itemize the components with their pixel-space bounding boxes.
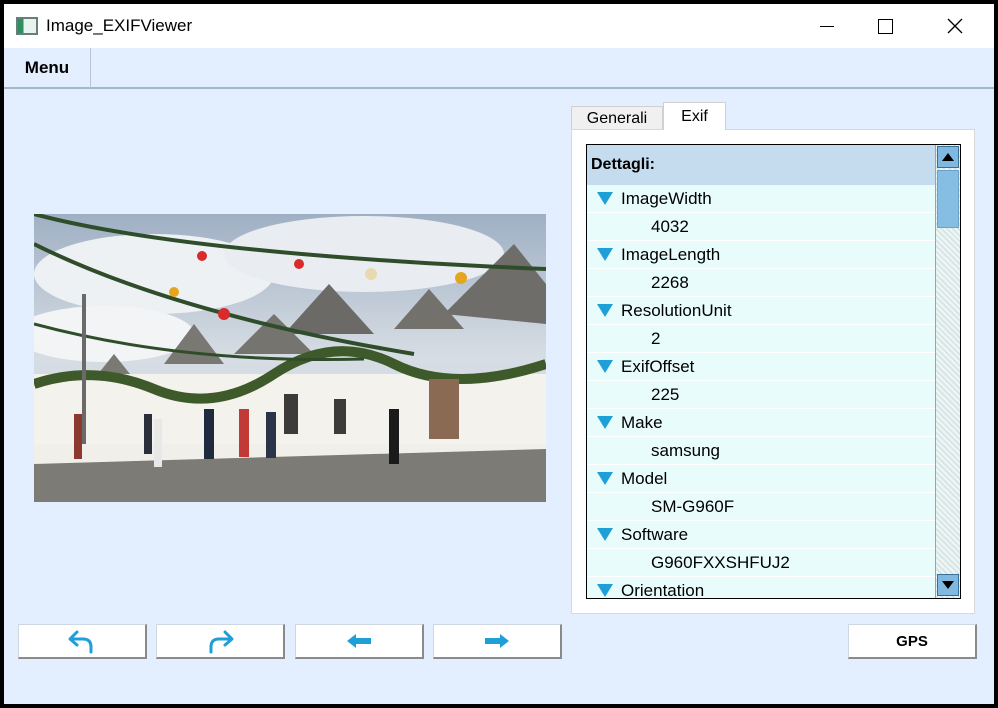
close-icon bbox=[947, 18, 963, 34]
undo-icon bbox=[68, 630, 93, 654]
tree-node-orientation[interactable]: Orientation bbox=[587, 577, 935, 599]
tab-generali[interactable]: Generali bbox=[571, 106, 663, 130]
tree-node-exifoffset[interactable]: ExifOffset bbox=[587, 353, 935, 381]
node-key: Software bbox=[621, 525, 689, 544]
next-arrow-icon bbox=[485, 634, 509, 648]
node-value: 225 bbox=[651, 385, 680, 404]
scroll-up-icon bbox=[942, 153, 954, 161]
menu-bar: Menu bbox=[4, 48, 994, 89]
tree-value-row: samsung bbox=[587, 437, 935, 465]
node-key: Make bbox=[621, 413, 663, 432]
menu-button[interactable]: Menu bbox=[4, 48, 91, 88]
gps-button[interactable]: GPS bbox=[848, 624, 977, 659]
tree-node-software[interactable]: Software bbox=[587, 521, 935, 549]
node-value: samsung bbox=[651, 441, 720, 460]
tree-value-row: 225 bbox=[587, 381, 935, 409]
details-list: ImageWidth 4032 ImageLength 2268 Resolut… bbox=[587, 185, 935, 599]
maximize-icon bbox=[877, 18, 893, 34]
undo-button[interactable] bbox=[18, 624, 147, 659]
node-value: G960FXXSHFUJ2 bbox=[651, 553, 790, 572]
app-window: Image_EXIFViewer Menu Generali Exif Dett… bbox=[4, 4, 994, 704]
tree-node-resolutionunit[interactable]: ResolutionUnit bbox=[587, 297, 935, 325]
expand-arrow-icon[interactable] bbox=[597, 360, 613, 373]
node-key: ResolutionUnit bbox=[621, 301, 732, 320]
title-bar[interactable]: Image_EXIFViewer bbox=[4, 4, 994, 48]
next-image-button[interactable] bbox=[433, 624, 562, 659]
maximize-button[interactable] bbox=[862, 4, 908, 48]
previous-image-button[interactable] bbox=[295, 624, 424, 659]
scroll-up-button[interactable] bbox=[937, 146, 959, 168]
expand-arrow-icon[interactable] bbox=[597, 416, 613, 429]
exif-tab-panel: Dettagli: ImageWidth 4032 ImageLength 22… bbox=[571, 129, 975, 614]
details-header: Dettagli: bbox=[587, 145, 935, 185]
tab-exif[interactable]: Exif bbox=[663, 102, 726, 130]
node-value: 2 bbox=[651, 329, 661, 348]
scroll-down-icon bbox=[942, 581, 954, 589]
tree-value-row: G960FXXSHFUJ2 bbox=[587, 549, 935, 577]
node-key: Model bbox=[621, 469, 668, 488]
node-key: ExifOffset bbox=[621, 357, 695, 376]
expand-arrow-icon[interactable] bbox=[597, 472, 613, 485]
image-preview bbox=[34, 214, 546, 502]
node-key: ImageLength bbox=[621, 245, 721, 264]
close-button[interactable] bbox=[932, 4, 978, 48]
window-title: Image_EXIFViewer bbox=[46, 16, 193, 35]
details-tree[interactable]: Dettagli: ImageWidth 4032 ImageLength 22… bbox=[586, 144, 961, 599]
tree-node-model[interactable]: Model bbox=[587, 465, 935, 493]
expand-arrow-icon[interactable] bbox=[597, 304, 613, 317]
vertical-scrollbar[interactable] bbox=[935, 145, 960, 598]
app-icon bbox=[16, 17, 38, 35]
tree-node-make[interactable]: Make bbox=[587, 409, 935, 437]
node-key: ImageWidth bbox=[621, 189, 712, 208]
expand-arrow-icon[interactable] bbox=[597, 192, 613, 205]
node-key: Orientation bbox=[621, 581, 705, 599]
node-value: 4032 bbox=[651, 217, 689, 236]
minimize-button[interactable] bbox=[804, 4, 850, 48]
tree-value-row: SM-G960F bbox=[587, 493, 935, 521]
expand-arrow-icon[interactable] bbox=[597, 528, 613, 541]
tree-value-row: 2268 bbox=[587, 269, 935, 297]
expand-arrow-icon[interactable] bbox=[597, 584, 613, 597]
expand-arrow-icon[interactable] bbox=[597, 248, 613, 261]
redo-button[interactable] bbox=[156, 624, 285, 659]
tree-node-imagelength[interactable]: ImageLength bbox=[587, 241, 935, 269]
minimize-icon bbox=[820, 25, 834, 27]
node-value: 2268 bbox=[651, 273, 689, 292]
node-value: SM-G960F bbox=[651, 497, 735, 516]
tree-value-row: 2 bbox=[587, 325, 935, 353]
scroll-thumb[interactable] bbox=[937, 170, 959, 228]
tree-value-row: 4032 bbox=[587, 213, 935, 241]
scroll-down-button[interactable] bbox=[937, 574, 959, 596]
redo-icon bbox=[209, 630, 234, 654]
tree-node-imagewidth[interactable]: ImageWidth bbox=[587, 185, 935, 213]
previous-arrow-icon bbox=[347, 634, 371, 648]
